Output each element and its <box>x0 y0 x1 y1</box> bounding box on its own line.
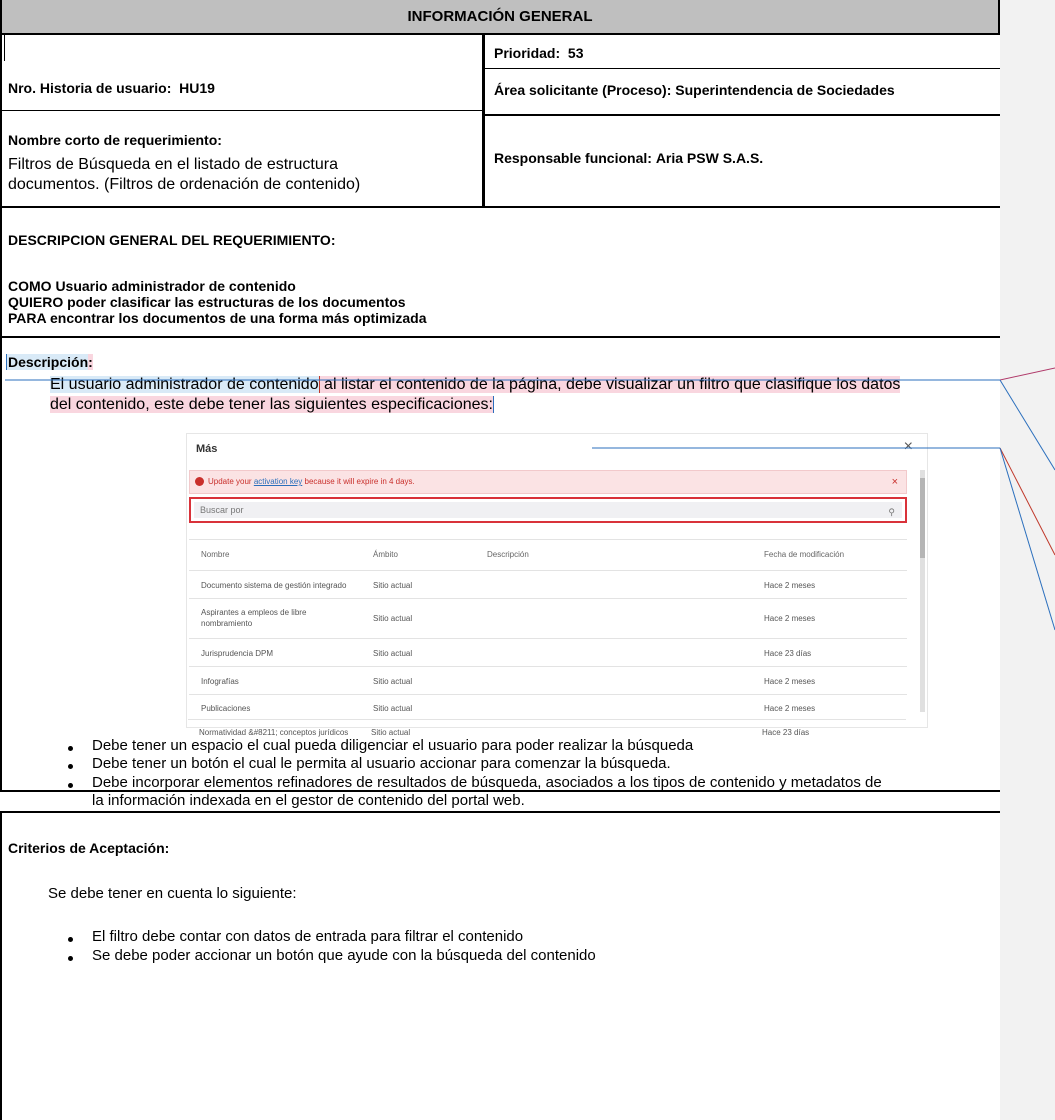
bullet-dot <box>68 746 73 751</box>
para-line: PARA encontrar los documentos de una for… <box>8 310 427 326</box>
descripcion-general-heading: DESCRIPCION GENERAL DEL REQUERIMIENTO: <box>8 232 336 248</box>
dialog-title: Más <box>196 443 218 455</box>
scrollbar-thumb[interactable] <box>920 478 925 558</box>
search-input[interactable]: Buscar por ⚲ <box>194 502 902 518</box>
screenshot-last-row[interactable] <box>188 719 906 720</box>
bullet-dot <box>68 937 73 942</box>
table-row[interactable]: Documento sistema de gestión integrado S… <box>189 570 907 598</box>
column-header: Ámbito <box>373 550 398 559</box>
bullet-dot <box>68 956 73 961</box>
criterio-item: Se debe poder accionar un botón que ayud… <box>92 947 596 964</box>
column-header: Fecha de modificación <box>764 550 845 559</box>
descripcion-intro-2: del contenido, este debe tener las sigui… <box>50 396 494 413</box>
last-row-ambito: Sitio actual <box>371 728 411 737</box>
prioridad: Prioridad: 53 <box>494 45 584 61</box>
table-row[interactable] <box>189 539 907 540</box>
divider <box>482 35 485 208</box>
column-header: Descripción <box>487 550 529 559</box>
bullet-item: Debe incorporar elementos refinadores de… <box>92 774 882 791</box>
divider <box>4 35 5 61</box>
criterios-heading: Criterios de Aceptación: <box>8 840 170 856</box>
descripcion-intro-1: El usuario administrador de contenido al… <box>50 376 901 393</box>
magnifier-icon[interactable]: ⚲ <box>888 504 895 520</box>
descripcion-heading: Descripción: <box>6 354 93 370</box>
divider <box>485 68 1000 69</box>
divider <box>485 114 1000 116</box>
close-icon[interactable]: × <box>904 438 913 456</box>
nombre-label: Nombre corto de requerimiento: <box>8 132 222 148</box>
table-row[interactable]: Infografías Sitio actual Hace 2 meses <box>189 666 907 694</box>
comment-pane <box>1000 0 1055 1120</box>
bullet-item: Debe tener un botón el cual le permita a… <box>92 755 671 772</box>
nombre-line-1: Filtros de Búsqueda en el listado de est… <box>8 156 338 173</box>
embedded-screenshot: Más × Update your activation key because… <box>186 433 928 728</box>
activation-key-link[interactable]: activation key <box>254 477 302 486</box>
nombre-line-2: documentos. (Filtros de ordenación de co… <box>8 176 361 193</box>
last-row-fecha: Hace 23 días <box>762 728 810 737</box>
alert-close-icon[interactable]: × <box>892 471 898 493</box>
area-solicitante: Área solicitante (Proceso): Superintende… <box>494 82 895 98</box>
section-header: INFORMACIÓN GENERAL <box>0 0 1000 35</box>
search-box-highlight: Buscar por ⚲ <box>189 497 907 523</box>
table-row[interactable]: Publicaciones Sitio actual Hace 2 meses <box>189 694 907 722</box>
alert-icon <box>195 477 204 486</box>
bullet-dot <box>68 783 73 788</box>
divider <box>0 110 483 111</box>
como-line: COMO Usuario administrador de contenido <box>8 278 296 294</box>
scrollbar[interactable] <box>920 470 925 712</box>
column-header: Nombre <box>201 550 230 559</box>
criterios-intro: Se debe tener en cuenta lo siguiente: <box>48 885 297 902</box>
bullet-dot <box>68 764 73 769</box>
bullet-item: Debe tener un espacio el cual pueda dili… <box>92 737 694 754</box>
criterios-box <box>0 811 1000 1120</box>
nro-historia: Nro. Historia de usuario: HU19 <box>8 80 215 96</box>
activation-alert: Update your activation key because it wi… <box>189 470 907 494</box>
last-row-nombre: Normatividad &#8211; conceptos jurídicos <box>199 728 349 737</box>
bullet-item-continuation: la información indexada en el gestor de … <box>92 792 525 809</box>
quiero-line: QUIERO poder clasificar las estructuras … <box>8 294 406 310</box>
table-row[interactable]: Aspirantes a empleos de libre nombramien… <box>189 598 907 638</box>
criterio-item: El filtro debe contar con datos de entra… <box>92 928 524 945</box>
responsable: Responsable funcional: Aria PSW S.A.S. <box>494 150 764 166</box>
table-row[interactable]: Jurisprudencia DPM Sitio actual Hace 23 … <box>189 638 907 666</box>
